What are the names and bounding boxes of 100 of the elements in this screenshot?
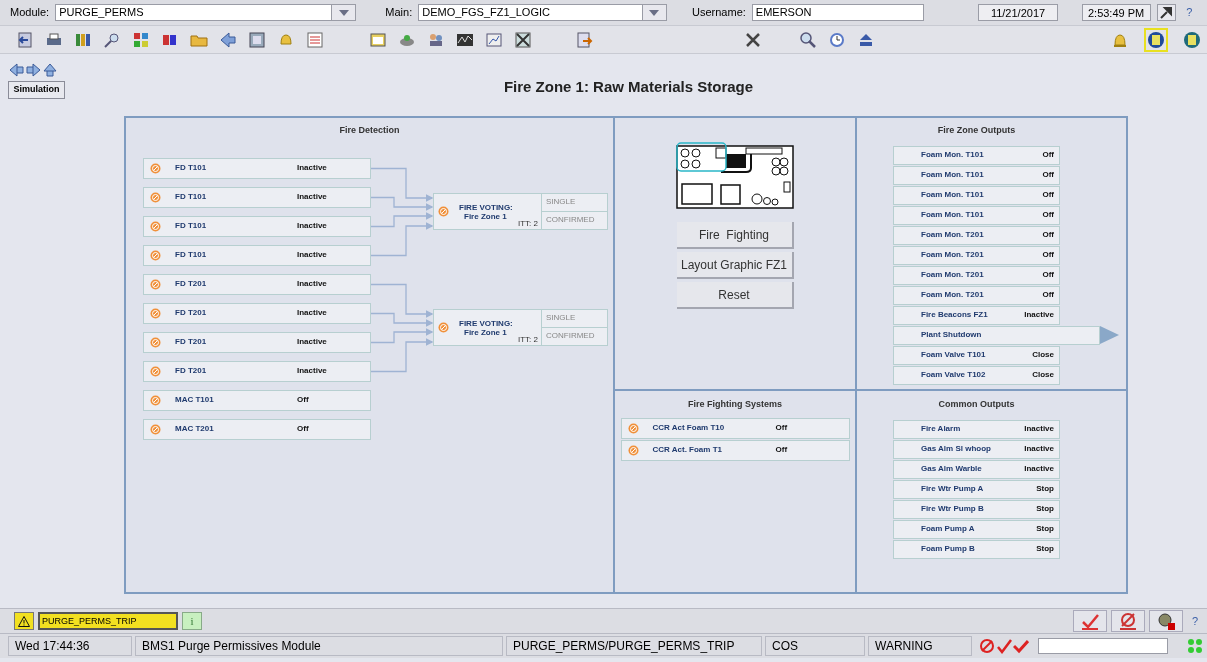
input-row[interactable]: FD T201 Inactive	[143, 360, 371, 382]
output-label: Foam Valve T101	[921, 349, 986, 361]
output-row[interactable]: Foam Pump B Stop	[893, 539, 1060, 559]
nav-button[interactable]	[42, 62, 58, 78]
output-label: Foam Pump A	[921, 523, 975, 535]
alarm-tool-button[interactable]	[1073, 610, 1107, 632]
state-value: Off	[775, 444, 788, 456]
simulation-button[interactable]: Simulation	[8, 81, 65, 99]
state-value: Off	[1042, 249, 1054, 261]
alarm-tool-button[interactable]	[1111, 610, 1145, 632]
single-status: SINGLE	[542, 194, 607, 212]
sensor-icon	[150, 162, 161, 174]
window-icon	[369, 30, 387, 49]
nav-button[interactable]	[8, 62, 24, 78]
state-value: Inactive	[297, 249, 327, 261]
nav-button[interactable]	[25, 62, 41, 78]
chart-icon	[485, 30, 503, 49]
back-arrow-icon	[8, 63, 24, 77]
nav-graphic-button[interactable]: Reset	[676, 282, 794, 309]
tag-label: FD T201	[175, 336, 208, 348]
output-row[interactable]: Foam Mon. T101 Off	[893, 165, 1060, 185]
tag-label: FD T201	[175, 278, 208, 290]
dropdown-field[interactable]: PURGE_PERMS	[55, 4, 357, 21]
output-row[interactable]: Foam Valve T102 Close	[893, 365, 1060, 385]
state-value: Stop	[1036, 543, 1054, 555]
input-row[interactable]: FD T201 Inactive	[143, 331, 371, 353]
alarm-tool-button[interactable]	[1149, 610, 1183, 632]
forward-arrow-icon	[25, 63, 41, 77]
input-row[interactable]: FD T101 Inactive	[143, 244, 371, 266]
info-button[interactable]: i	[182, 612, 202, 630]
state-value: Off	[775, 422, 788, 434]
input-row[interactable]: MAC T101 Off	[143, 389, 371, 411]
help-button[interactable]: ?	[1187, 612, 1203, 630]
sensor-icon	[627, 422, 639, 434]
state-value: Off	[1042, 229, 1054, 241]
time-field: 2:53:49 PM	[1081, 4, 1151, 21]
output-row[interactable]: Foam Pump A Stop	[893, 519, 1060, 539]
tag-label: FD T101	[175, 162, 208, 174]
input-row[interactable]: FD T101 Inactive	[143, 186, 371, 208]
itt-value: ITT: 2	[518, 335, 538, 344]
tag-label: FD T101	[175, 220, 208, 232]
state-value: Inactive	[1024, 423, 1054, 435]
output-row[interactable]: Foam Mon. T201 Off	[893, 265, 1060, 285]
output-row[interactable]: Foam Mon. T201 Off	[893, 285, 1060, 305]
toolbar-button[interactable]	[1144, 27, 1168, 52]
nav-graphic-button[interactable]: Layout Graphic FZ1	[676, 252, 794, 279]
output-row[interactable]: Gas Alm Warble Inactive	[893, 459, 1060, 479]
output-row[interactable]: Fire Wtr Pump B Stop	[893, 499, 1060, 519]
tools-icon	[744, 30, 762, 49]
sensor-icon	[150, 220, 161, 232]
voting-block[interactable]: FIRE VOTING: Fire Zone 1 ITT: 2 SINGLE CONFIRMED	[433, 309, 608, 346]
output-row[interactable]: Foam Mon. T201 Off	[893, 245, 1060, 265]
left-arrow-icon	[219, 30, 237, 49]
input-row[interactable]: MAC T201 Off	[143, 418, 371, 440]
input-field[interactable]	[1038, 638, 1168, 654]
nav-graphic-button[interactable]: Fire Fighting	[676, 222, 794, 249]
input-row[interactable]: CCR Act. Foam T1 Off	[620, 439, 850, 461]
output-row[interactable]: Foam Mon. T101 Off	[893, 145, 1060, 165]
voting-title: FIRE VOTING:	[459, 318, 513, 328]
output-row[interactable]: Foam Mon. T101 Off	[893, 205, 1060, 225]
up-arrow-icon	[42, 63, 58, 77]
sensor-icon	[150, 336, 161, 348]
date-field: 11/21/2017	[977, 4, 1059, 21]
output-row[interactable]: Foam Valve T101 Close	[893, 345, 1060, 365]
output-row[interactable]: Gas Alm Sl whoop Inactive	[893, 439, 1060, 459]
field-label: Username:	[692, 5, 746, 21]
output-row[interactable]: Fire Wtr Pump A Stop	[893, 479, 1060, 499]
shutdown-link[interactable]: Plant Shutdown	[893, 325, 1100, 345]
input-row[interactable]: FD T101 Inactive	[143, 157, 371, 179]
input-row[interactable]: FD T101 Inactive	[143, 215, 371, 237]
state-value: Stop	[1036, 523, 1054, 535]
voting-zone: Fire Zone 1	[464, 327, 508, 337]
output-label: Fire Alarm	[921, 423, 961, 435]
dropdown-field[interactable]: EMERSON	[751, 4, 924, 21]
tool-button[interactable]	[1156, 4, 1176, 21]
status-field: BMS1 Purge Permissives Module	[135, 636, 503, 656]
alarm-field[interactable]: PURGE_PERMS_TRIP	[38, 612, 178, 630]
output-row[interactable]: Foam Mon. T101 Off	[893, 185, 1060, 205]
input-row[interactable]: CCR Act Foam T10 Off	[620, 417, 850, 439]
input-row[interactable]: FD T201 Inactive	[143, 302, 371, 324]
sensor-icon	[438, 206, 449, 217]
page-title: Fire Zone 1: Raw Materials Storage	[502, 77, 755, 97]
tag-label: MAC T101	[175, 394, 215, 406]
warning-button[interactable]	[14, 612, 34, 630]
search-icon	[799, 30, 817, 49]
sensor-icon	[150, 365, 161, 377]
sensor-icon	[150, 278, 161, 290]
dropdown-field[interactable]: DEMO_FGS_FZ1_LOGIC	[418, 4, 667, 21]
state-value: Stop	[1036, 483, 1054, 495]
output-label: Foam Valve T102	[921, 369, 986, 381]
output-row[interactable]: Foam Mon. T201 Off	[893, 225, 1060, 245]
input-row[interactable]: FD T201 Inactive	[143, 273, 371, 295]
state-value: Inactive	[1024, 443, 1054, 455]
state-value: Off	[1042, 269, 1054, 281]
help-button[interactable]: ?	[1181, 4, 1197, 21]
output-row[interactable]: Fire Beacons FZ1 Inactive	[893, 305, 1060, 325]
voting-block[interactable]: FIRE VOTING: Fire Zone 1 ITT: 2 SINGLE CONFIRMED	[433, 193, 608, 230]
output-label: Foam Mon. T101	[921, 169, 984, 181]
tag-label: CCR Act Foam T10	[652, 422, 726, 434]
output-row[interactable]: Fire Alarm Inactive	[893, 419, 1060, 439]
